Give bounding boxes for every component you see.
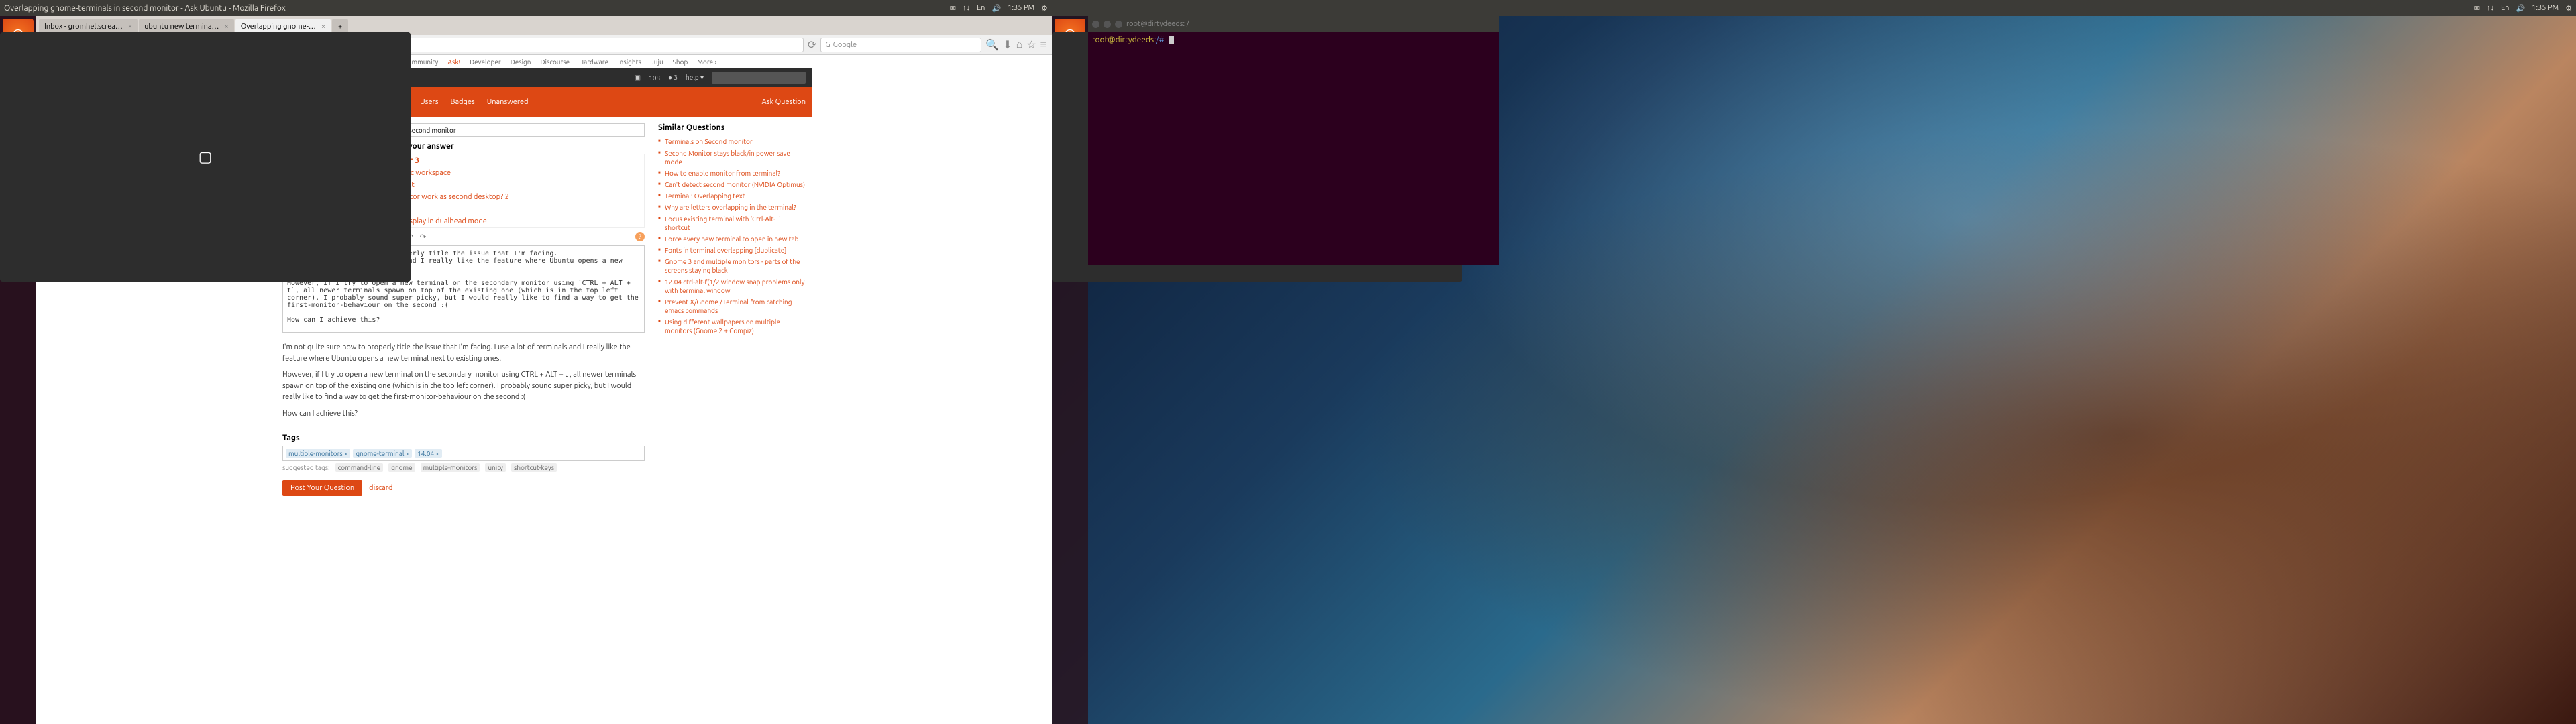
post-question-button[interactable]: Post Your Question bbox=[282, 480, 362, 496]
badge-count: ● 3 bbox=[668, 74, 678, 82]
terminal-titlebar[interactable]: root@dirtydeeds: / bbox=[1088, 16, 1499, 32]
sound-icon[interactable]: 🔊 bbox=[2516, 4, 2525, 13]
terminal-title: root@dirtydeeds: / bbox=[1126, 20, 1189, 28]
reload-icon[interactable]: ⟳ bbox=[808, 38, 816, 51]
unity-launcher-m2: ◉ 🗀 🦊 ▤ ⚙ ▢ ▢ ⊞ 🗑 bbox=[1052, 16, 1088, 724]
sound-icon[interactable]: 🔊 bbox=[991, 4, 1001, 13]
header-link[interactable]: Users bbox=[420, 98, 438, 106]
tag[interactable]: multiple-monitors× bbox=[286, 449, 350, 458]
preview: I'm not quite sure how to properly title… bbox=[282, 335, 645, 431]
prompt-user: root@dirtydeeds bbox=[1092, 36, 1154, 44]
terminal-window[interactable]: root@dirtydeeds: / root@dirtydeeds:/# bbox=[1088, 16, 1499, 265]
gear-icon[interactable]: ⚙ bbox=[1041, 4, 1048, 13]
network-icon[interactable]: ↑↓ bbox=[2487, 4, 2494, 12]
nav-link[interactable]: Ask! bbox=[447, 58, 460, 66]
similar-heading: Similar Questions bbox=[658, 123, 806, 132]
sugg-tag[interactable]: command-line bbox=[335, 463, 384, 472]
header-link[interactable]: Unanswered bbox=[487, 98, 529, 106]
close-icon[interactable]: × bbox=[225, 23, 229, 31]
sugg-label: suggested tags: bbox=[282, 464, 330, 471]
min-button[interactable] bbox=[1104, 21, 1111, 28]
similar-link[interactable]: How to enable monitor from terminal? bbox=[658, 168, 806, 179]
discard-link[interactable]: discard bbox=[369, 484, 392, 492]
nav-link[interactable]: Design bbox=[511, 58, 531, 66]
redo-icon[interactable]: ↷ bbox=[420, 233, 426, 241]
similar-link[interactable]: Prevent X/Gnome /Terminal from catching … bbox=[658, 296, 806, 316]
search-bar[interactable]: GGoogle bbox=[820, 38, 981, 52]
tags-label: Tags bbox=[282, 434, 300, 442]
nav-link[interactable]: Juju bbox=[651, 58, 663, 66]
max-button[interactable] bbox=[1115, 21, 1122, 28]
mail-icon[interactable]: ✉ bbox=[2474, 4, 2480, 13]
nav-link[interactable]: Insights bbox=[618, 58, 641, 66]
lang-indicator[interactable]: En bbox=[2501, 4, 2509, 12]
search-icon[interactable]: 🔍 bbox=[985, 38, 999, 51]
download-icon[interactable]: ⬇ bbox=[1003, 38, 1012, 51]
gnome-panel-m1: Overlapping gnome-terminals in second mo… bbox=[0, 0, 1052, 16]
nav-link[interactable]: Developer bbox=[470, 58, 501, 66]
cursor bbox=[1169, 36, 1174, 44]
help-icon[interactable]: ? bbox=[635, 232, 645, 241]
gear-icon[interactable]: ⚙ bbox=[2565, 4, 2572, 13]
similar-link[interactable]: Terminals on Second monitor bbox=[658, 136, 806, 147]
indicators: ✉ ↑↓ En 🔊 1:35 PM ⚙ bbox=[950, 4, 1048, 13]
mail-icon[interactable]: ✉ bbox=[950, 4, 956, 13]
similar-link[interactable]: Can't detect second monitor (NVIDIA Opti… bbox=[658, 179, 806, 190]
clock[interactable]: 1:35 PM bbox=[1008, 4, 1034, 12]
header-link[interactable]: Badges bbox=[450, 98, 474, 106]
menu-icon[interactable]: ≡ bbox=[1040, 38, 1046, 51]
gnome-panel-m2: ✉ ↑↓ En 🔊 1:35 PM ⚙ bbox=[1052, 0, 2576, 16]
lang-indicator[interactable]: En bbox=[977, 4, 985, 12]
similar-link[interactable]: Terminal: Overlapping text bbox=[658, 190, 806, 202]
bookmark-icon[interactable]: ☆ bbox=[1026, 38, 1036, 51]
unity-launcher: ◉ 🗀 🦊 ▤ ⚙ ▢ ▢ ⊞ 🗑 bbox=[0, 16, 36, 724]
similar-link[interactable]: Why are letters overlapping in the termi… bbox=[658, 202, 806, 213]
reputation[interactable]: 108 bbox=[649, 74, 660, 82]
similar-link[interactable]: Focus existing terminal with 'Ctrl-Alt-T… bbox=[658, 213, 806, 233]
close-icon[interactable]: × bbox=[128, 23, 132, 31]
terminal2-icon[interactable]: ▢ bbox=[0, 32, 411, 282]
tag[interactable]: gnome-terminal× bbox=[353, 449, 412, 458]
prompt-path: :/# bbox=[1154, 36, 1164, 44]
sugg-tag[interactable]: unity bbox=[485, 463, 506, 472]
similar-link[interactable]: Force every new terminal to open in new … bbox=[658, 233, 806, 245]
similar-link[interactable]: 12.04 ctrl-alt-f(1/2 window snap problem… bbox=[658, 276, 806, 296]
nav-link[interactable]: Hardware bbox=[579, 58, 608, 66]
similar-link[interactable]: Using different wallpapers on multiple m… bbox=[658, 316, 806, 337]
network-icon[interactable]: ↑↓ bbox=[963, 4, 970, 12]
clock[interactable]: 1:35 PM bbox=[2532, 4, 2559, 12]
similar-link[interactable]: Gnome 3 and multiple monitors - parts of… bbox=[658, 256, 806, 276]
ask-question-link[interactable]: Ask Question bbox=[761, 98, 806, 106]
close-button[interactable] bbox=[1092, 21, 1099, 28]
window-title: Overlapping gnome-terminals in second mo… bbox=[4, 4, 945, 13]
avatar[interactable]: ▣ bbox=[635, 74, 641, 82]
tag[interactable]: 14.04× bbox=[415, 449, 442, 458]
terminal-body[interactable]: root@dirtydeeds:/# bbox=[1088, 32, 1499, 47]
sidebar: Similar Questions Terminals on Second mo… bbox=[658, 123, 806, 496]
home-icon[interactable]: ⌂ bbox=[1016, 38, 1023, 51]
sugg-tag[interactable]: multiple-monitors bbox=[421, 463, 480, 472]
nav-link[interactable]: Discourse bbox=[541, 58, 570, 66]
similar-link[interactable]: Second Monitor stays black/in power save… bbox=[658, 147, 806, 168]
sugg-tag[interactable]: gnome bbox=[388, 463, 415, 472]
se-search[interactable] bbox=[712, 72, 806, 84]
nav-link[interactable]: Shop bbox=[673, 58, 688, 66]
help-menu[interactable]: help ▾ bbox=[686, 74, 704, 82]
google-icon: G bbox=[825, 41, 830, 49]
similar-link[interactable]: Fonts in terminal overlapping [duplicate… bbox=[658, 245, 806, 256]
close-icon[interactable]: × bbox=[321, 23, 325, 31]
tags-input[interactable]: multiple-monitors× gnome-terminal× 14.04… bbox=[282, 446, 645, 461]
nav-link[interactable]: More › bbox=[697, 58, 716, 66]
sugg-tag[interactable]: shortcut-keys bbox=[511, 463, 557, 472]
